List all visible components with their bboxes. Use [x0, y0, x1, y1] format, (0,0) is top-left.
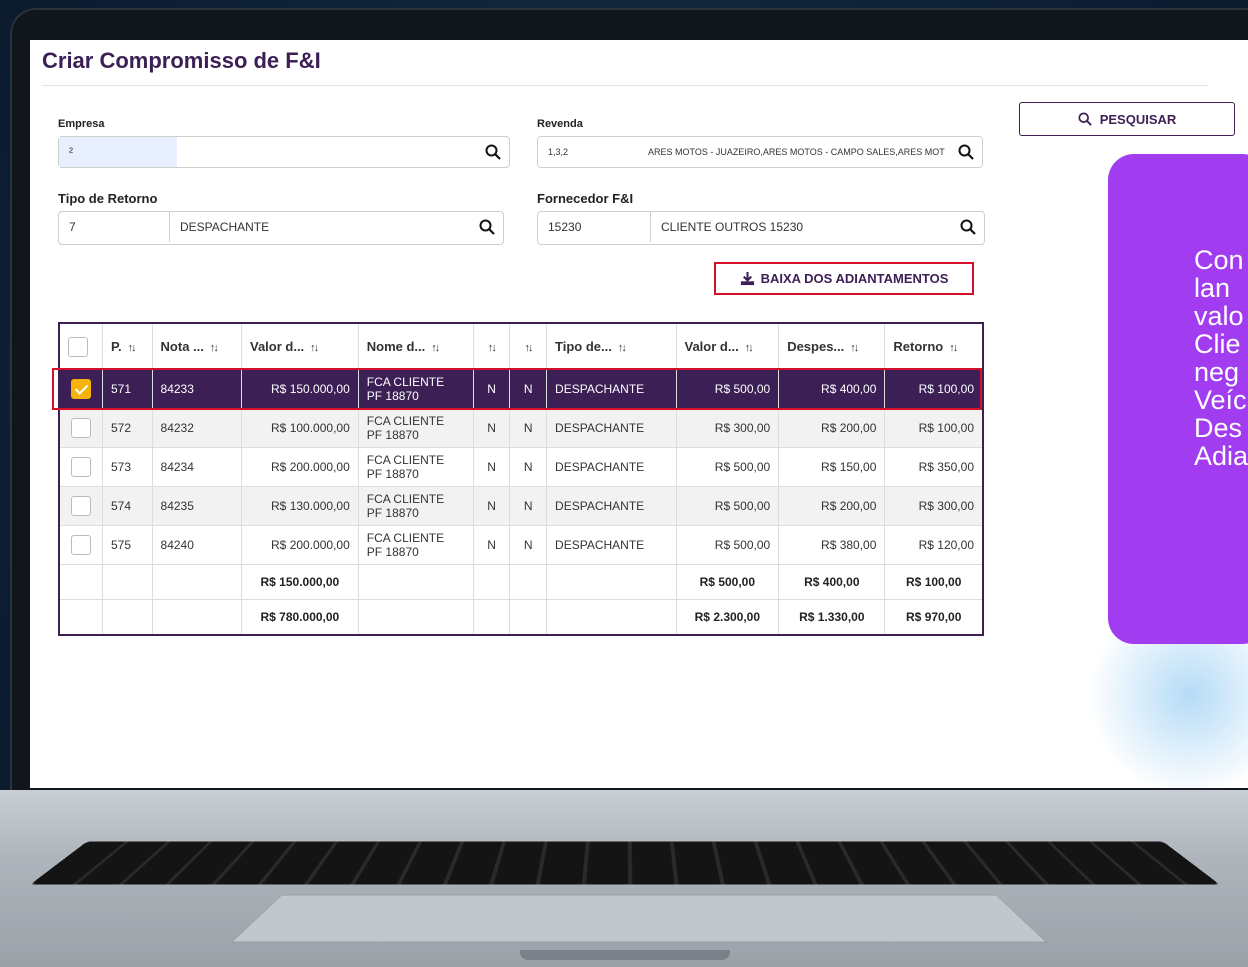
empresa-label: Empresa — [58, 118, 105, 130]
fornecedor-field[interactable]: 15230 CLIENTE OUTROS 15230 — [537, 211, 985, 245]
sort-icon: ↑↓ — [617, 342, 627, 354]
search-button[interactable]: PESQUISAR — [1019, 102, 1235, 136]
fornecedor-label: Fornecedor F&I — [537, 191, 634, 206]
table-row[interactable]: 574 84235 R$ 130.000,00 FCA CLIENTE PF 18… — [59, 486, 984, 526]
column-header[interactable]: Valor d... ↑↓ — [241, 323, 359, 370]
table-row[interactable]: 572 84232 R$ 100.000,00 FCA CLIENTE PF 18… — [59, 408, 984, 448]
tipo-retorno-code[interactable]: 7 — [59, 212, 169, 242]
compromissos-table: P. ↑↓ Nota ... ↑↓ Valor d... ↑↓ Nome d... ↑↓… — [58, 322, 984, 636]
revenda-search-icon[interactable] — [958, 144, 974, 160]
table-row[interactable]: 571 84233 R$ 150.000,00 FCA CLIENTE PF 18… — [59, 369, 984, 409]
search-button-label: PESQUISAR — [1099, 111, 1177, 127]
laptop-notch — [520, 950, 730, 960]
row-checkbox[interactable] — [71, 379, 91, 399]
row-checkbox[interactable] — [71, 496, 91, 516]
empresa-field[interactable]: ² — [58, 136, 510, 168]
baixa-button-label: BAIXA DOS ADIANTAMENTOS — [760, 271, 949, 286]
empresa-desc — [177, 137, 477, 167]
tipo-retorno-search-icon[interactable] — [479, 219, 495, 235]
table-header-row: P. ↑↓ Nota ... ↑↓ Valor d... ↑↓ Nome d... ↑↓… — [59, 323, 984, 370]
sort-icon: ↑↓ — [431, 342, 440, 354]
totals-row: R$ 150.000,00 R$ 500,00 R$ 400,00 R$ 100… — [59, 564, 984, 600]
callout-text: Con lan valo Clie neg Veíc Des Adia — [1194, 245, 1248, 471]
fornecedor-search-icon[interactable] — [960, 219, 976, 235]
trackpad — [230, 894, 1048, 943]
totals-row: R$ 780.000,00 R$ 2.300,00 R$ 1.330,00 R$… — [59, 599, 984, 636]
sort-icon: ↑↓ — [310, 342, 319, 354]
column-header[interactable]: Nome d... ↑↓ — [358, 323, 474, 370]
column-header[interactable]: Valor d... ↑↓ — [676, 323, 780, 370]
callout-card: Con lan valo Clie neg Veíc Des Adia — [1108, 154, 1248, 644]
revenda-code[interactable]: 1,3,2 — [538, 137, 638, 167]
fornecedor-desc: CLIENTE OUTROS 15230 — [650, 212, 940, 242]
empresa-search-icon[interactable] — [485, 144, 501, 160]
select-all-header[interactable] — [59, 323, 103, 370]
tipo-retorno-desc: DESPACHANTE — [169, 212, 459, 242]
download-icon — [740, 271, 754, 286]
app-screen: Criar Compromisso de F&I PESQUISAR Empre… — [30, 40, 1248, 788]
sort-icon: ↑↓ — [744, 342, 754, 354]
page-title: Criar Compromisso de F&I — [42, 48, 321, 73]
column-header[interactable]: ↑↓ — [473, 323, 511, 370]
fornecedor-code[interactable]: 15230 — [538, 212, 650, 242]
sort-icon: ↑↓ — [209, 342, 219, 354]
row-checkbox[interactable] — [71, 457, 91, 477]
sort-icon: ↑↓ — [524, 342, 533, 354]
tipo-retorno-label: Tipo de Retorno — [58, 191, 158, 206]
table-row[interactable]: 573 84234 R$ 200.000,00 FCA CLIENTE PF 18… — [59, 447, 984, 487]
revenda-label: Revenda — [537, 118, 583, 130]
column-header[interactable]: ↑↓ — [509, 323, 548, 370]
search-icon — [1078, 112, 1092, 126]
tipo-retorno-field[interactable]: 7 DESPACHANTE — [58, 211, 504, 245]
row-checkbox[interactable] — [71, 418, 91, 438]
revenda-field[interactable]: 1,3,2 ARES MOTOS - JUAZEIRO,ARES MOTOS -… — [537, 136, 983, 168]
select-all-checkbox[interactable] — [68, 336, 88, 357]
row-checkbox[interactable] — [71, 535, 91, 555]
sort-icon: ↑↓ — [127, 342, 137, 354]
keyboard — [30, 841, 1220, 885]
sort-icon: ↑↓ — [949, 342, 958, 354]
column-header[interactable]: Retorno ↑↓ — [884, 323, 984, 370]
sort-icon: ↑↓ — [487, 342, 497, 354]
sort-icon: ↑↓ — [850, 342, 859, 354]
title-divider — [42, 85, 1208, 86]
column-header[interactable]: Nota ... ↑↓ — [152, 323, 242, 370]
column-header[interactable]: Despes... ↑↓ — [778, 323, 886, 370]
baixa-adiantamentos-button[interactable]: BAIXA DOS ADIANTAMENTOS — [714, 262, 974, 295]
revenda-desc: ARES MOTOS - JUAZEIRO,ARES MOTOS - CAMPO… — [648, 147, 945, 157]
column-header[interactable]: P. ↑↓ — [102, 323, 153, 370]
column-header[interactable]: Tipo de... ↑↓ — [546, 323, 677, 370]
table-row[interactable]: 575 84240 R$ 200.000,00 FCA CLIENTE PF 18… — [59, 525, 984, 565]
empresa-code[interactable]: ² — [59, 137, 177, 167]
